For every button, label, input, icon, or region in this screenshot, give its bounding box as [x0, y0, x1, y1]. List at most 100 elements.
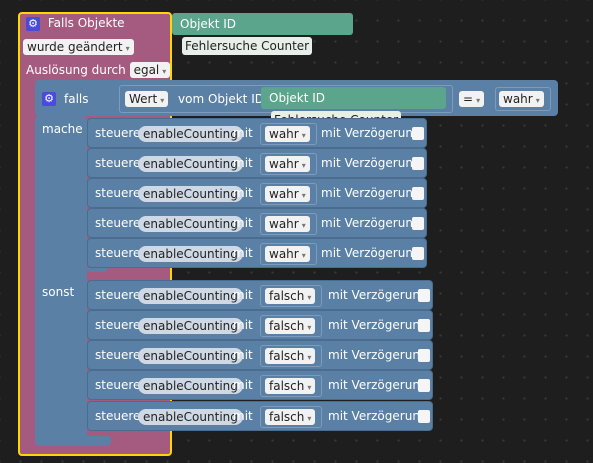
event-title: Falls Objekte — [47, 16, 125, 30]
chevron-down-icon: ▾ — [301, 251, 306, 260]
source-dropdown[interactable]: egal ▾ — [129, 62, 171, 78]
chevron-down-icon: ▾ — [160, 96, 165, 105]
set-prefix: steuere — [95, 186, 141, 200]
with-label: mit — [233, 409, 253, 423]
delay-label: mit Verzögerung — [321, 126, 421, 140]
bool-dropdown[interactable]: falsch ▾ — [265, 409, 316, 425]
operator-dropdown[interactable]: = ▾ — [459, 91, 485, 107]
compare-value-dropdown[interactable]: wahr ▾ — [499, 91, 544, 107]
chevron-down-icon: ▾ — [307, 293, 312, 302]
with-label: mit — [233, 288, 253, 302]
value-operand[interactable]: wahr ▾ — [260, 123, 317, 145]
delay-label: mit Verzögerung — [328, 378, 428, 392]
delay-checkbox[interactable] — [412, 217, 424, 230]
set-state-block[interactable]: steuere enableCounting mit falsch ▾ mit V… — [87, 280, 433, 310]
chevron-down-icon: ▾ — [162, 67, 167, 76]
value-operand[interactable]: wahr ▾ — [260, 183, 317, 205]
delay-label: mit Verzögerung — [328, 318, 428, 332]
with-label: mit — [233, 348, 253, 362]
else-label: sonst — [42, 285, 75, 299]
value-type-dropdown[interactable]: Wert ▾ — [125, 91, 169, 107]
bool-dropdown[interactable]: falsch ▾ — [265, 378, 316, 394]
with-label: mit — [233, 186, 253, 200]
delay-checkbox[interactable] — [418, 349, 430, 362]
value-operand[interactable]: falsch ▾ — [260, 315, 322, 337]
variable-field[interactable]: enableCounting — [138, 318, 243, 334]
gear-icon[interactable]: ⚙ — [42, 92, 56, 106]
set-prefix: steuere — [95, 378, 141, 392]
if-block-spine — [35, 116, 87, 446]
of-object-label: vom Objekt ID — [178, 92, 264, 106]
bool-value: falsch — [269, 410, 305, 424]
bool-dropdown[interactable]: wahr ▾ — [265, 216, 310, 232]
variable-field[interactable]: enableCounting — [138, 186, 243, 202]
value-operand[interactable]: wahr ▾ — [260, 243, 317, 265]
set-state-block[interactable]: steuere enableCounting mit falsch ▾ mit V… — [87, 370, 433, 400]
value-operand[interactable]: falsch ▾ — [260, 406, 322, 428]
trigger-dropdown[interactable]: wurde geändert ▾ — [23, 39, 134, 55]
bool-dropdown[interactable]: wahr ▾ — [265, 246, 310, 262]
set-state-block[interactable]: steuere enableCounting mit wahr ▾ mit Ver… — [87, 178, 427, 208]
value-operand[interactable]: wahr ▾ — [260, 213, 317, 235]
condition-object-id-block[interactable]: Objekt ID Fehlersuche Counter — [261, 87, 446, 129]
delay-checkbox[interactable] — [418, 289, 430, 302]
value-operand[interactable]: wahr ▾ — [260, 153, 317, 175]
variable-field[interactable]: enableCounting — [138, 156, 243, 172]
delay-checkbox[interactable] — [412, 127, 424, 140]
compare-value: wahr — [503, 92, 533, 106]
set-state-block[interactable]: steuere enableCounting mit wahr ▾ mit Ver… — [87, 118, 427, 148]
chevron-down-icon: ▾ — [301, 131, 306, 140]
set-state-block[interactable]: steuere enableCounting mit falsch ▾ mit V… — [87, 340, 433, 370]
value-operand[interactable]: falsch ▾ — [260, 345, 322, 367]
chevron-down-icon: ▾ — [301, 191, 306, 200]
variable-field[interactable]: enableCounting — [138, 348, 243, 364]
chevron-down-icon: ▾ — [307, 323, 312, 332]
delay-checkbox[interactable] — [412, 157, 424, 170]
variable-field[interactable]: enableCounting — [138, 216, 243, 232]
variable-field[interactable]: enableCounting — [138, 378, 243, 394]
gear-icon[interactable]: ⚙ — [26, 17, 40, 31]
value-operand[interactable]: falsch ▾ — [260, 285, 322, 307]
set-state-block[interactable]: steuere enableCounting mit wahr ▾ mit Ver… — [87, 208, 427, 238]
bool-value: falsch — [269, 319, 305, 333]
bool-value: falsch — [269, 349, 305, 363]
with-label: mit — [233, 126, 253, 140]
bool-dropdown[interactable]: wahr ▾ — [265, 126, 310, 142]
delay-checkbox[interactable] — [418, 319, 430, 332]
with-label: mit — [233, 156, 253, 170]
set-state-block[interactable]: steuere enableCounting mit wahr ▾ mit Ver… — [87, 238, 427, 268]
variable-field[interactable]: enableCounting — [138, 246, 243, 262]
set-state-block[interactable]: steuere enableCounting mit wahr ▾ mit Ver… — [87, 148, 427, 178]
delay-checkbox[interactable] — [418, 410, 430, 423]
bool-dropdown[interactable]: falsch ▾ — [265, 318, 316, 334]
set-prefix: steuere — [95, 288, 141, 302]
if-label: falls — [64, 92, 89, 106]
bool-dropdown[interactable]: wahr ▾ — [265, 186, 310, 202]
delay-label: mit Verzögerung — [321, 186, 421, 200]
bool-dropdown[interactable]: falsch ▾ — [265, 348, 316, 364]
delay-label: mit Verzögerung — [328, 409, 428, 423]
variable-field[interactable]: enableCounting — [138, 288, 243, 304]
if-block-footer — [35, 436, 111, 446]
set-prefix: steuere — [95, 348, 141, 362]
object-id-field[interactable]: Fehlersuche Counter — [182, 37, 313, 55]
set-state-block[interactable]: steuere enableCounting mit falsch ▾ mit V… — [87, 401, 433, 431]
bool-dropdown[interactable]: falsch ▾ — [265, 288, 316, 304]
event-header: ⚙ Falls Objekte — [26, 16, 125, 31]
delay-checkbox[interactable] — [412, 187, 424, 200]
delay-checkbox[interactable] — [418, 379, 430, 392]
delay-label: mit Verzögerung — [321, 156, 421, 170]
bool-value: wahr — [269, 187, 299, 201]
event-object-id-block[interactable]: Objekt ID Fehlersuche Counter — [172, 13, 353, 55]
with-label: mit — [233, 378, 253, 392]
set-prefix: steuere — [95, 246, 141, 260]
set-prefix: steuere — [95, 216, 141, 230]
variable-field[interactable]: enableCounting — [138, 409, 243, 425]
set-state-block[interactable]: steuere enableCounting mit falsch ▾ mit V… — [87, 310, 433, 340]
delay-checkbox[interactable] — [412, 247, 424, 260]
variable-field[interactable]: enableCounting — [138, 126, 243, 142]
object-id-label: Objekt ID — [180, 17, 237, 31]
source-row: Auslösung durch egal ▾ — [26, 62, 171, 78]
bool-dropdown[interactable]: wahr ▾ — [265, 156, 310, 172]
value-operand[interactable]: falsch ▾ — [260, 375, 322, 397]
